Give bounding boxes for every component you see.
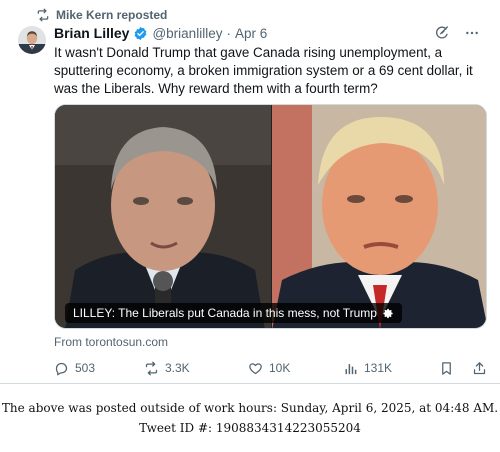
photo-carney [55,105,271,328]
repost-count: 3.3K [165,361,190,375]
analytics-icon [345,363,357,374]
reply-icon [55,362,68,375]
post-time-note: The above was posted outside of work hou… [0,398,500,438]
link-source[interactable]: From torontosun.com [54,335,168,349]
media-caption-text: LILLEY: The Liberals put Canada in this … [73,306,377,320]
tweet-date[interactable]: Apr 6 [235,26,267,41]
photo-trump [272,105,486,328]
gear-icon [383,308,393,318]
retweet-icon [145,361,158,375]
tweet-header: Brian Lilley @brianlilley · Apr 6 [54,24,480,42]
share-icon[interactable] [472,361,487,376]
reply-count: 503 [75,361,96,375]
bookmark-icon[interactable] [439,361,454,376]
view-count: 131K [364,361,393,375]
like-count: 10K [269,361,291,375]
post-time-line: The above was posted outside of work hou… [1,401,499,415]
like-button[interactable]: 10K [248,361,343,376]
tweet-text: It wasn't Donald Trump that gave Canada … [54,45,473,96]
repost-label: Mike Kern reposted [56,8,168,22]
tweet-id-line: Tweet ID #: 1908834314223055204 [139,421,361,435]
avatar[interactable] [18,26,46,54]
retweet-icon [37,8,49,22]
author-handle[interactable]: @brianlilley [152,26,222,41]
meta-separator: · [226,25,231,41]
more-options-icon[interactable] [464,25,480,41]
heart-icon [249,362,262,374]
repost-indicator[interactable]: Mike Kern reposted [36,8,167,22]
link-card-media[interactable]: LILLEY: The Liberals put Canada in this … [54,104,487,329]
author-name[interactable]: Brian Lilley [54,25,129,41]
views-button[interactable]: 131K [343,361,439,376]
divider [0,383,500,384]
verified-badge-icon [135,26,147,40]
media-caption[interactable]: LILLEY: The Liberals put Canada in this … [65,303,402,323]
grok-icon[interactable] [434,25,450,41]
repost-button[interactable]: 3.3K [144,361,248,376]
tweet-card[interactable]: Mike Kern reposted Brian Lilley @brianli… [0,0,500,383]
action-bar: 503 3.3K 10K 131K [54,358,487,378]
reply-button[interactable]: 503 [54,361,144,376]
